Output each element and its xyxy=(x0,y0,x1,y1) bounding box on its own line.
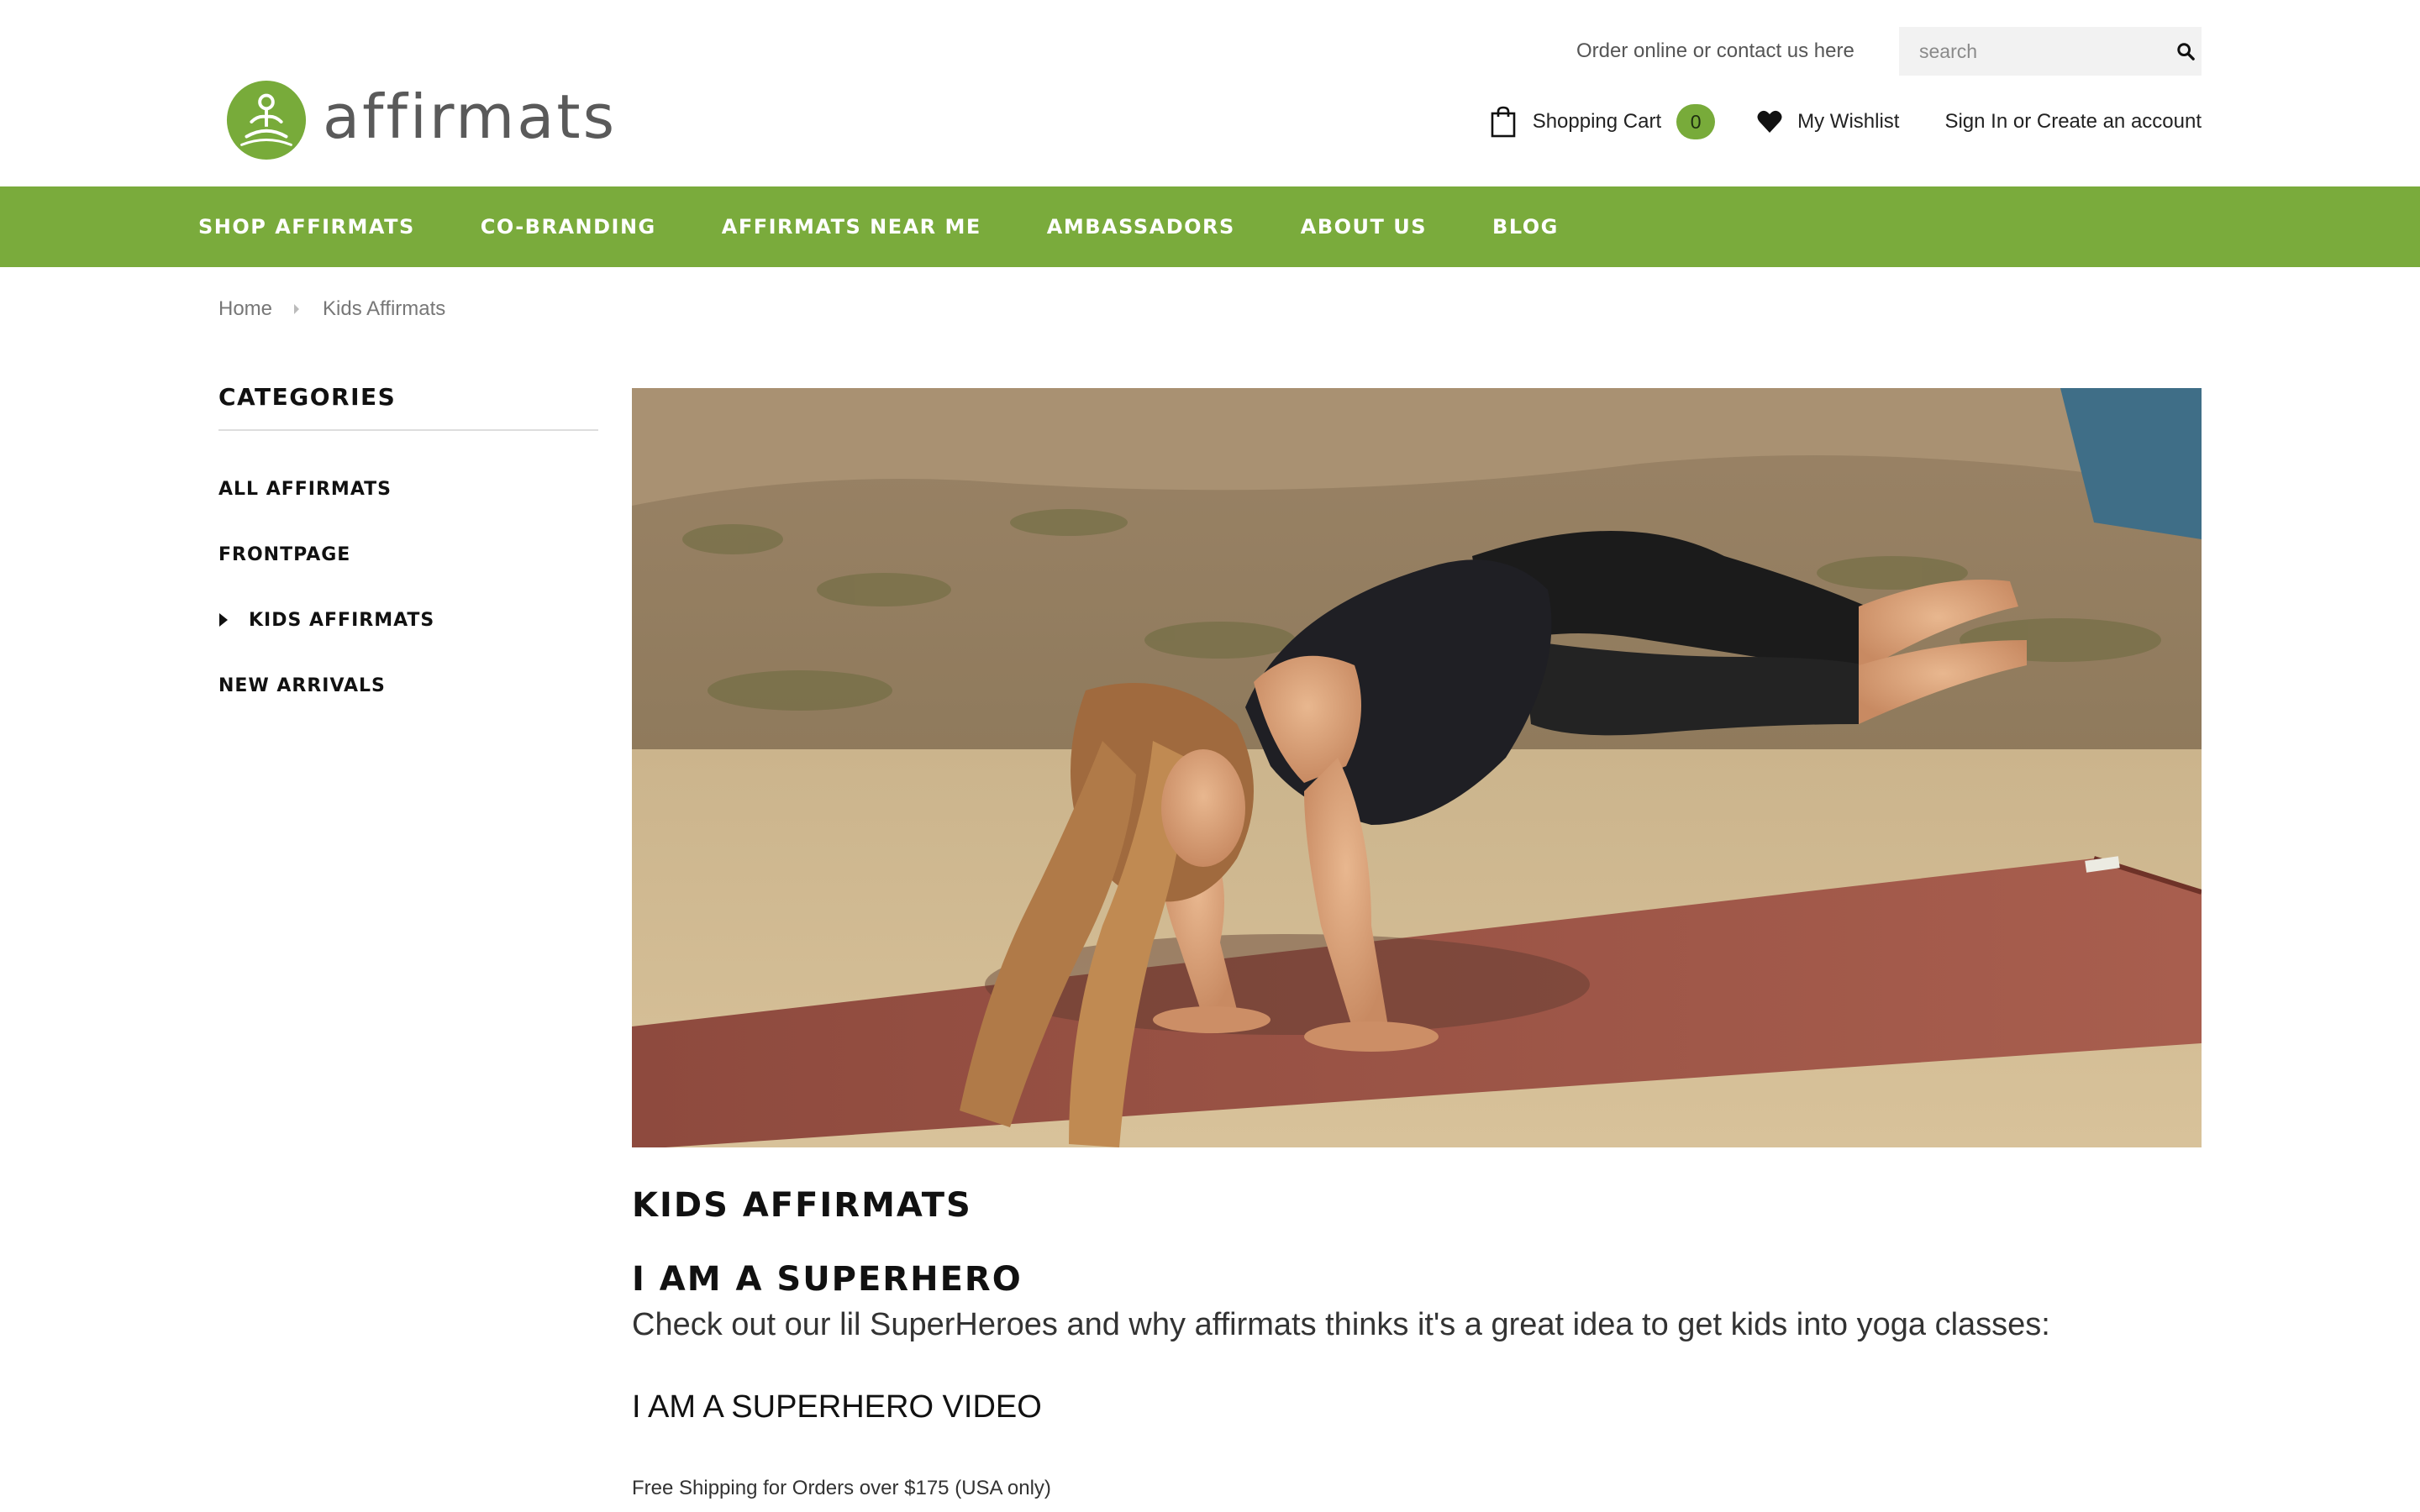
category-label: ALL AFFIRMATS xyxy=(218,478,392,500)
chevron-right-icon xyxy=(294,304,300,314)
free-shipping-note: Free Shipping for Orders over $175 (USA … xyxy=(632,1477,1051,1499)
shopping-cart-label: Shopping Cart xyxy=(1532,110,1662,133)
shopping-cart-link[interactable]: Shopping Cart 0 xyxy=(1491,104,1716,139)
category-list: ALL AFFIRMATS FRONTPAGE KIDS AFFIRMATS N… xyxy=(218,456,598,718)
nav-item-shop-affirmats[interactable]: SHOP AFFIRMATS xyxy=(198,215,415,239)
category-kids-affirmats[interactable]: KIDS AFFIRMATS xyxy=(218,587,598,653)
or-separator: or xyxy=(2007,110,2037,133)
category-all-affirmats[interactable]: ALL AFFIRMATS xyxy=(218,456,598,522)
nav-item-affirmats-near-me[interactable]: AFFIRMATS NEAR ME xyxy=(722,215,981,239)
categories-heading: CATEGORIES xyxy=(218,383,598,431)
category-sidebar: CATEGORIES ALL AFFIRMATS FRONTPAGE KIDS … xyxy=(218,383,598,718)
nav-item-blog[interactable]: BLOG xyxy=(1492,215,1559,239)
breadcrumb: Home Kids Affirmats xyxy=(218,297,445,321)
wishlist-link[interactable]: My Wishlist xyxy=(1757,110,1899,134)
caret-right-icon xyxy=(219,613,228,627)
create-account-link[interactable]: Create an account xyxy=(2037,110,2202,133)
category-banner-image xyxy=(632,388,2202,1147)
category-description: Check out our lil SuperHeroes and why af… xyxy=(632,1307,2050,1342)
superhero-video-link[interactable]: I AM A SUPERHERO VIDEO xyxy=(632,1389,1042,1425)
account-links: Shopping Cart 0 My Wishlist Sign In or C… xyxy=(1491,104,2202,139)
category-frontpage[interactable]: FRONTPAGE xyxy=(218,522,598,587)
meditation-logo-icon xyxy=(226,80,307,160)
shopping-bag-icon xyxy=(1491,106,1516,138)
wishlist-label: My Wishlist xyxy=(1797,110,1900,133)
page-title: KIDS AFFIRMATS xyxy=(632,1186,972,1225)
sign-in-link[interactable]: Sign In xyxy=(1944,110,2007,133)
cart-count-badge: 0 xyxy=(1676,104,1716,139)
yoga-photo xyxy=(632,388,2202,1147)
site-header: affirmats Order online or contact us her… xyxy=(0,0,2420,186)
breadcrumb-home[interactable]: Home xyxy=(218,297,272,321)
contact-link[interactable]: Order online or contact us here xyxy=(1576,39,1854,63)
logo[interactable]: affirmats xyxy=(225,79,617,161)
heart-icon xyxy=(1757,110,1782,133)
breadcrumb-current: Kids Affirmats xyxy=(323,297,446,320)
logo-wordmark: affirmats xyxy=(323,81,618,152)
search-icon xyxy=(2177,43,2195,60)
search-input[interactable] xyxy=(1899,27,2170,76)
nav-item-ambassadors[interactable]: AMBASSADORS xyxy=(1047,215,1235,239)
nav-item-about-us[interactable]: ABOUT US xyxy=(1301,215,1427,239)
category-label: FRONTPAGE xyxy=(218,543,351,565)
section-heading: I AM A SUPERHERO xyxy=(632,1260,1023,1299)
account-auth-links: Sign In or Create an account xyxy=(1944,110,2202,134)
search-button[interactable] xyxy=(2170,27,2202,76)
category-new-arrivals[interactable]: NEW ARRIVALS xyxy=(218,653,598,718)
category-label: KIDS AFFIRMATS xyxy=(249,609,435,631)
main-nav: SHOP AFFIRMATS CO-BRANDING AFFIRMATS NEA… xyxy=(0,186,2420,267)
nav-item-co-branding[interactable]: CO-BRANDING xyxy=(481,215,656,239)
search-bar xyxy=(1899,27,2202,76)
category-label: NEW ARRIVALS xyxy=(218,675,386,696)
